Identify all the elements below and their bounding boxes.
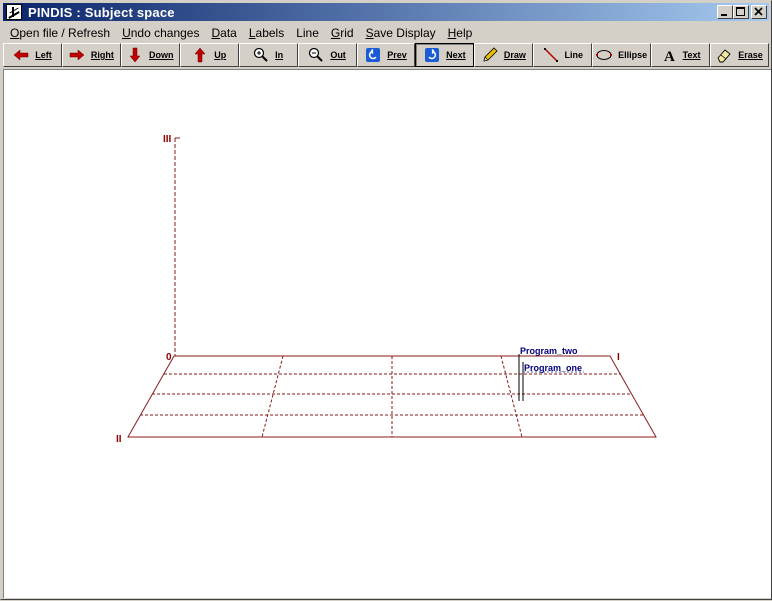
menu-save-display[interactable]: Save Display	[359, 26, 441, 40]
menu-data[interactable]: Data	[204, 26, 241, 40]
prev-button[interactable]: Prev	[356, 43, 416, 67]
erase-button[interactable]: Erase	[710, 43, 769, 67]
left-button[interactable]: Left	[3, 43, 62, 67]
menu-bar: Open file / Refresh Undo changes Data La…	[3, 23, 769, 42]
menu-labels[interactable]: Labels	[242, 26, 289, 40]
down-button[interactable]: Down	[120, 43, 180, 67]
line-tool-button[interactable]: Line	[533, 43, 593, 67]
next-icon	[425, 48, 440, 62]
arrow-right-icon	[69, 49, 85, 61]
arrow-down-icon	[129, 47, 141, 63]
window-title: PINDIS : Subject space	[28, 4, 175, 20]
axis-one-label: I	[617, 352, 620, 363]
zoom-in-button[interactable]: In	[238, 43, 298, 67]
menu-open-file[interactable]: Open file / Refresh	[3, 26, 115, 40]
program-one-label[interactable]: Program_one	[524, 363, 582, 373]
menu-grid[interactable]: Grid	[324, 26, 359, 40]
prev-icon	[366, 48, 381, 62]
menu-line[interactable]: Line	[289, 26, 324, 40]
arrow-up-icon	[194, 47, 206, 63]
close-button[interactable]	[751, 5, 767, 19]
right-button[interactable]: Right	[61, 43, 121, 67]
close-icon	[754, 7, 763, 16]
maximize-button[interactable]	[733, 5, 749, 19]
title-bar[interactable]: PINDIS : Subject space	[3, 3, 769, 21]
program-two-label[interactable]: Program_two	[520, 346, 578, 356]
minimize-icon	[721, 14, 727, 16]
menu-help[interactable]: Help	[441, 26, 478, 40]
maximize-icon	[736, 7, 745, 16]
grid-line	[261, 355, 284, 438]
axis-three-label: III	[163, 134, 172, 145]
zoom-out-icon	[309, 47, 324, 62]
zoom-out-button[interactable]: Out	[297, 43, 357, 67]
text-tool-icon: A	[664, 49, 675, 63]
toolbar: Left Right Down Up In Out Prev Next Draw…	[3, 43, 769, 69]
zoom-in-icon	[254, 47, 268, 62]
line-tool-icon	[543, 48, 558, 62]
minimize-button[interactable]	[717, 5, 733, 19]
pindis-app-icon[interactable]	[6, 4, 22, 20]
axis-two-label: II	[116, 434, 122, 445]
ellipse-icon	[596, 50, 613, 60]
text-tool-button[interactable]: A Text	[651, 43, 711, 67]
menu-undo-changes[interactable]: Undo changes	[115, 26, 204, 40]
draw-button[interactable]: Draw	[474, 43, 534, 67]
up-button[interactable]: Up	[179, 43, 239, 67]
ellipse-tool-button[interactable]: Ellipse	[592, 43, 652, 67]
plot-canvas[interactable]: III 0 I II Program_two Program_one	[3, 69, 771, 598]
app-window: PINDIS : Subject space Open file / Refre…	[0, 0, 772, 600]
pencil-icon	[483, 47, 498, 62]
next-button[interactable]: Next	[415, 43, 475, 67]
origin-label: 0	[166, 352, 172, 363]
svg-text:A: A	[664, 49, 675, 63]
subject-space-plot: III 0 I II Program_two Program_one	[116, 134, 657, 445]
arrow-left-icon	[13, 49, 29, 61]
eraser-icon	[717, 49, 731, 63]
